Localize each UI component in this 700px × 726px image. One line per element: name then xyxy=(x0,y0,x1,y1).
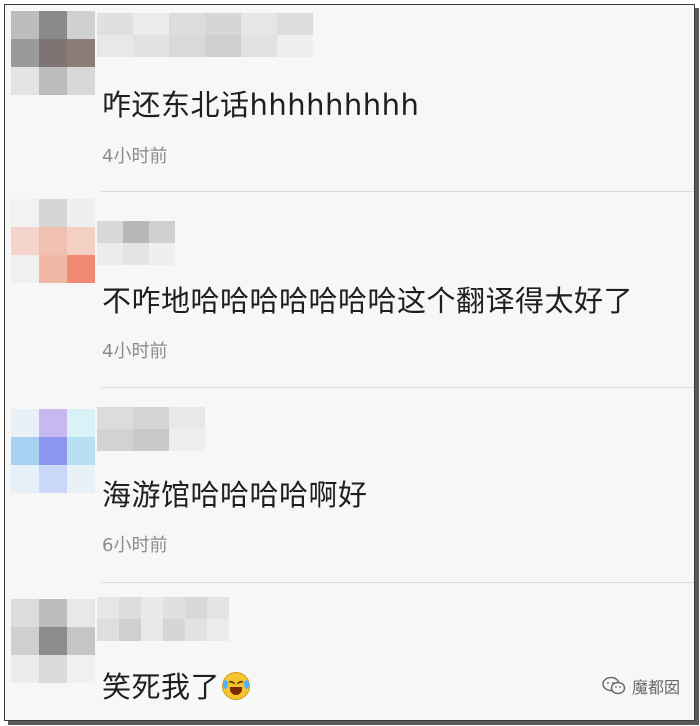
username-blurred[interactable] xyxy=(97,597,229,641)
username-mosaic-tile xyxy=(97,619,119,641)
username-mosaic-tile xyxy=(119,597,141,619)
divider xyxy=(101,191,694,192)
username-mosaic-tile xyxy=(133,429,169,451)
avatar[interactable] xyxy=(11,11,95,95)
avatar-mosaic-tile xyxy=(11,627,39,655)
avatar-mosaic-tile xyxy=(39,465,67,493)
username-mosaic-tile xyxy=(169,35,205,57)
avatar-mosaic-tile xyxy=(11,655,39,683)
avatar-mosaic-tile xyxy=(39,437,67,465)
avatar-mosaic-tile xyxy=(39,199,67,227)
username-mosaic-tile xyxy=(133,35,169,57)
username-mosaic-tile xyxy=(277,13,313,35)
avatar-mosaic-tile xyxy=(67,39,95,67)
username-mosaic-tile xyxy=(97,597,119,619)
avatar-mosaic-tile xyxy=(67,199,95,227)
comment-text: 笑死我了 xyxy=(102,664,251,706)
avatar-mosaic-tile xyxy=(11,409,39,437)
username-mosaic-tile xyxy=(97,13,133,35)
username-mosaic-tile xyxy=(169,13,205,35)
username-mosaic-tile xyxy=(163,619,185,641)
username-mosaic-tile xyxy=(97,243,123,265)
comment-text: 海游馆哈哈哈哈啊好 xyxy=(102,478,368,512)
avatar-mosaic-tile xyxy=(67,255,95,283)
avatar[interactable] xyxy=(11,599,95,683)
avatar-mosaic-tile xyxy=(39,599,67,627)
username-mosaic-tile xyxy=(141,597,163,619)
username-mosaic-tile xyxy=(169,407,205,429)
avatar-mosaic-tile xyxy=(67,11,95,39)
avatar-mosaic-tile xyxy=(39,655,67,683)
username-mosaic-tile xyxy=(207,597,229,619)
username-mosaic-tile xyxy=(149,243,175,265)
avatar-mosaic-tile xyxy=(67,655,95,683)
username-mosaic-tile xyxy=(169,429,205,451)
watermark-label: 魔都囡 xyxy=(631,678,680,697)
username-mosaic-tile xyxy=(185,619,207,641)
username-mosaic-tile xyxy=(119,619,141,641)
avatar-mosaic-tile xyxy=(11,199,39,227)
username-mosaic-tile xyxy=(205,13,241,35)
username-mosaic-tile xyxy=(207,619,229,641)
username-mosaic-tile xyxy=(141,619,163,641)
avatar-mosaic-tile xyxy=(39,11,67,39)
comment-list: 咋还东北话hhhhhhhhh 4小时前 不咋地哈哈哈哈哈哈哈这个翻译得太好了 4… xyxy=(4,4,695,721)
username-mosaic-tile xyxy=(97,407,133,429)
avatar-mosaic-tile xyxy=(67,409,95,437)
avatar-mosaic-tile xyxy=(11,465,39,493)
divider xyxy=(101,387,694,388)
username-blurred[interactable] xyxy=(97,407,205,451)
username-mosaic-tile xyxy=(133,13,169,35)
username-mosaic-tile xyxy=(163,597,185,619)
username-mosaic-tile xyxy=(123,243,149,265)
divider xyxy=(101,582,694,583)
avatar-mosaic-tile xyxy=(67,437,95,465)
avatar[interactable] xyxy=(11,199,95,283)
username-mosaic-tile xyxy=(277,35,313,57)
avatar-mosaic-tile xyxy=(11,67,39,95)
avatar-mosaic-tile xyxy=(11,11,39,39)
avatar-mosaic-tile xyxy=(67,599,95,627)
avatar-mosaic-tile xyxy=(67,67,95,95)
avatar[interactable] xyxy=(11,409,95,493)
comment-time: 4小时前 xyxy=(102,341,168,362)
avatar-mosaic-tile xyxy=(39,227,67,255)
avatar-mosaic-tile xyxy=(39,409,67,437)
username-mosaic-tile xyxy=(123,221,149,243)
avatar-mosaic-tile xyxy=(67,627,95,655)
avatar-mosaic-tile xyxy=(11,255,39,283)
username-mosaic-tile xyxy=(97,221,123,243)
avatar-mosaic-tile xyxy=(11,39,39,67)
avatar-mosaic-tile xyxy=(39,67,67,95)
avatar-mosaic-tile xyxy=(39,627,67,655)
avatar-mosaic-tile xyxy=(11,437,39,465)
username-mosaic-tile xyxy=(205,35,241,57)
username-mosaic-tile xyxy=(97,429,133,451)
username-mosaic-tile xyxy=(97,35,133,57)
username-blurred[interactable] xyxy=(97,13,313,57)
avatar-mosaic-tile xyxy=(39,255,67,283)
wechat-icon xyxy=(602,676,626,696)
username-mosaic-tile xyxy=(241,13,277,35)
comment-text: 咋还东北话hhhhhhhhh xyxy=(102,88,420,122)
username-mosaic-tile xyxy=(149,221,175,243)
username-mosaic-tile xyxy=(133,407,169,429)
username-blurred[interactable] xyxy=(97,221,175,265)
avatar-mosaic-tile xyxy=(67,227,95,255)
comment-text-content: 笑死我了 xyxy=(102,670,221,704)
comment-time: 4小时前 xyxy=(102,146,168,167)
laughing-crying-emoji-icon xyxy=(222,672,251,700)
comment-text: 不咋地哈哈哈哈哈哈哈这个翻译得太好了 xyxy=(102,284,634,318)
avatar-mosaic-tile xyxy=(11,227,39,255)
username-mosaic-tile xyxy=(241,35,277,57)
avatar-mosaic-tile xyxy=(11,599,39,627)
watermark: 魔都囡 xyxy=(602,674,680,698)
avatar-mosaic-tile xyxy=(67,465,95,493)
username-mosaic-tile xyxy=(185,597,207,619)
avatar-mosaic-tile xyxy=(39,39,67,67)
comment-time: 6小时前 xyxy=(102,535,168,556)
